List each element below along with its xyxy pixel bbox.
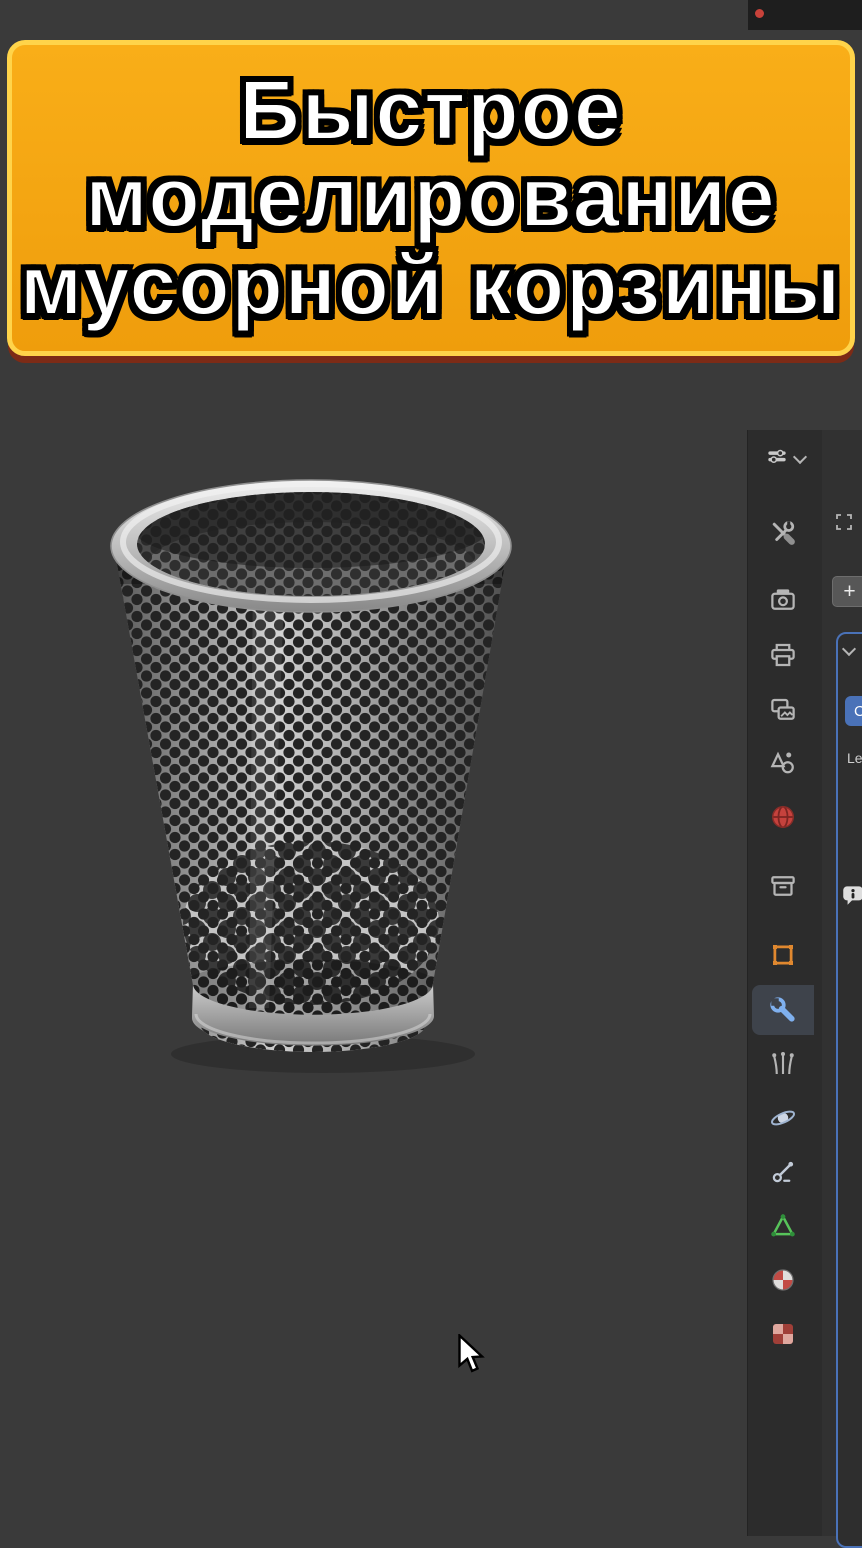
arrow-cursor-icon <box>458 1334 485 1373</box>
tab-material[interactable] <box>752 1255 814 1305</box>
corner-brackets-icon[interactable] <box>832 510 856 534</box>
add-button[interactable]: + <box>832 576 862 607</box>
object-square-icon <box>773 945 793 965</box>
tab-output[interactable] <box>752 630 814 680</box>
record-indicator-icon <box>755 9 764 18</box>
3d-viewport[interactable] <box>0 346 748 1536</box>
texture-checker-icon <box>773 1324 793 1344</box>
particles-icon <box>772 1052 794 1075</box>
tab-physics[interactable] <box>752 1093 814 1143</box>
tab-object[interactable] <box>752 930 814 980</box>
banner-line-2: моделирование <box>84 150 777 245</box>
properties-panel: + C Le <box>747 430 862 1548</box>
editor-type-button[interactable] <box>764 446 808 472</box>
scene-icon <box>770 751 794 774</box>
tab-render[interactable] <box>752 575 814 625</box>
tab-modifiers[interactable] <box>752 985 814 1035</box>
title-banner: Быстрое моделирование мусорной корзины <box>7 40 855 356</box>
collection-box-icon <box>771 876 795 896</box>
tab-world[interactable] <box>752 792 814 842</box>
properties-editor-icon <box>768 449 786 464</box>
chevron-down-icon <box>792 449 808 465</box>
trash-can-model <box>110 479 512 1073</box>
wrench-icon <box>770 997 795 1022</box>
tab-view-layer[interactable] <box>752 685 814 735</box>
banner-line-3: мусорной корзины <box>19 237 843 332</box>
output-printer-icon <box>771 643 795 667</box>
tool-icon <box>772 521 795 545</box>
tab-tool[interactable] <box>752 508 814 558</box>
view-layer-icon <box>771 698 795 720</box>
tab-particles[interactable] <box>752 1039 814 1089</box>
tab-scene[interactable] <box>752 738 814 788</box>
modifier-panel-outline <box>836 632 862 1548</box>
tab-constraints[interactable] <box>752 1147 814 1197</box>
material-sphere-icon <box>772 1269 794 1291</box>
mesh-data-icon <box>771 1213 795 1237</box>
tab-texture[interactable] <box>752 1309 814 1359</box>
catmull-clark-toggle[interactable]: C <box>845 696 862 726</box>
tab-collection[interactable] <box>752 861 814 911</box>
topbar-fragment <box>748 0 862 30</box>
levels-viewport-label: Le <box>847 750 862 766</box>
world-globe-icon <box>772 805 794 829</box>
info-bubble-icon[interactable] <box>840 882 862 908</box>
tab-object-data[interactable] <box>752 1201 814 1251</box>
physics-orbit-icon <box>770 1110 796 1126</box>
constraint-icon <box>772 1161 794 1183</box>
banner-line-1: Быстрое <box>238 62 623 157</box>
render-icon <box>771 589 795 610</box>
